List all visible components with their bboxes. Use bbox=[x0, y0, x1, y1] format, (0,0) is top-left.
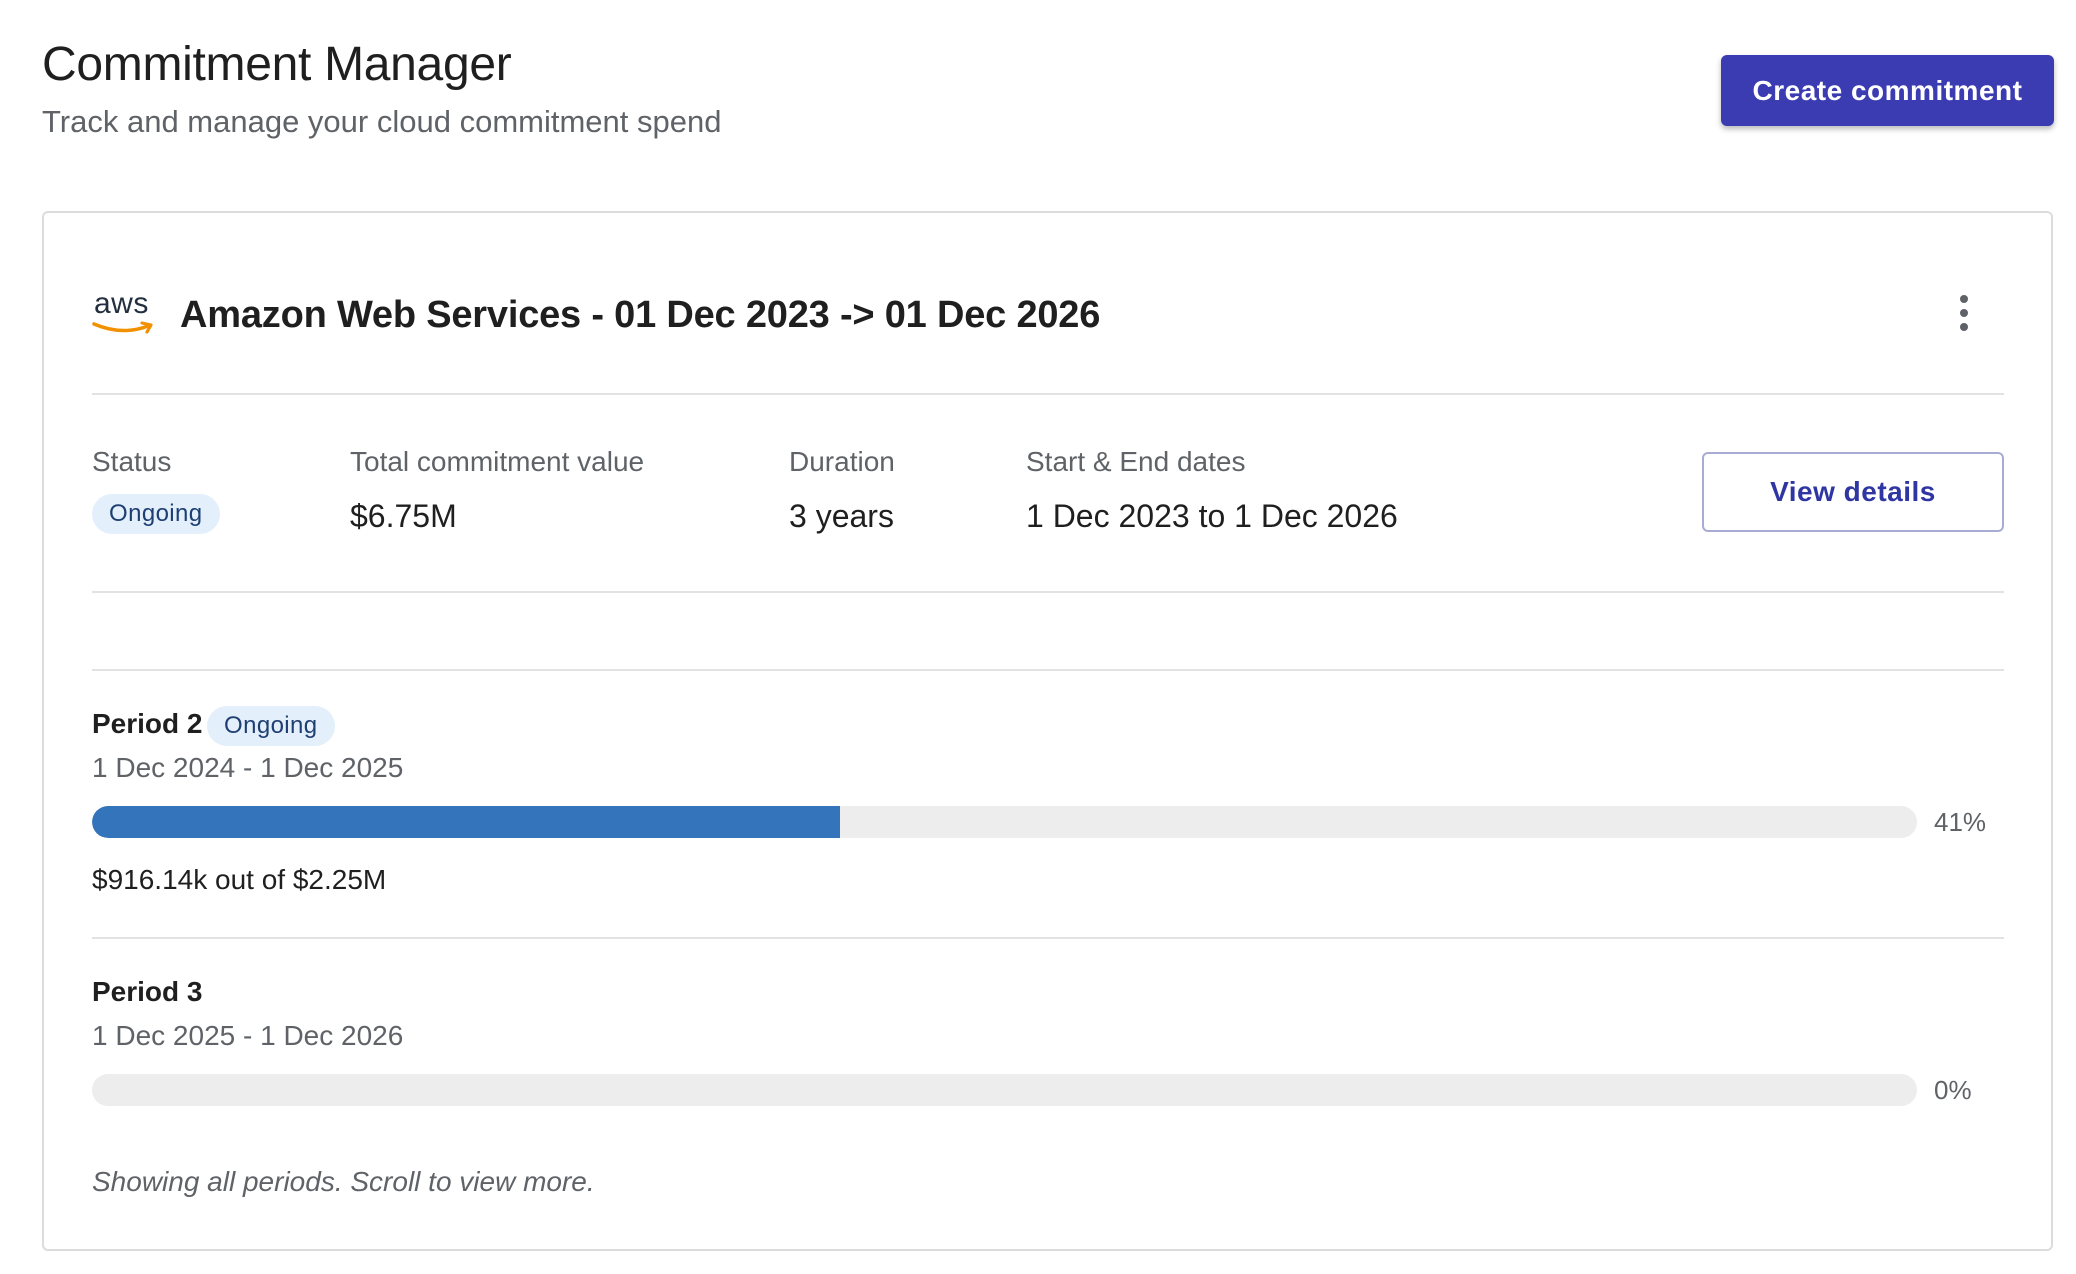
periods-top-divider bbox=[92, 669, 2004, 671]
kebab-dot bbox=[1960, 323, 1968, 331]
total-commitment-label: Total commitment value bbox=[350, 446, 645, 477]
view-details-button[interactable]: View details bbox=[1702, 452, 2004, 532]
kebab-dot bbox=[1960, 309, 1968, 317]
period-2-progress-bar bbox=[92, 806, 1917, 838]
period-3-name: Period 3 bbox=[92, 976, 203, 1007]
dates-label: Start & End dates bbox=[1026, 446, 1246, 477]
summary-divider bbox=[92, 591, 2004, 593]
kebab-menu-icon[interactable] bbox=[1944, 283, 1984, 343]
status-badge: Ongoing bbox=[92, 494, 220, 534]
period-2-status-badge: Ongoing bbox=[207, 706, 335, 746]
period-2-amount: $916.14k out of $2.25M bbox=[92, 864, 387, 895]
total-commitment-value: $6.75M bbox=[350, 498, 457, 534]
page-subtitle: Track and manage your cloud commitment s… bbox=[42, 104, 722, 139]
create-commitment-button[interactable]: Create commitment bbox=[1721, 55, 2054, 126]
commitment-card: aws Amazon Web Services - 01 Dec 2023 ->… bbox=[42, 211, 2053, 1251]
period-2-name: Period 2 bbox=[92, 708, 203, 739]
period-3-dates: 1 Dec 2025 - 1 Dec 2026 bbox=[92, 1020, 404, 1051]
period-divider bbox=[92, 937, 2004, 939]
aws-logo-icon: aws bbox=[92, 287, 158, 340]
period-2-progress-percent: 41% bbox=[1934, 807, 1987, 837]
aws-smile-icon bbox=[92, 321, 153, 334]
periods-footnote: Showing all periods. Scroll to view more… bbox=[92, 1166, 595, 1197]
commitment-card-header: aws Amazon Web Services - 01 Dec 2023 ->… bbox=[92, 273, 1100, 357]
period-3-progress-percent: 0% bbox=[1934, 1075, 1972, 1105]
dates-value: 1 Dec 2023 to 1 Dec 2026 bbox=[1026, 498, 1398, 534]
period-2-progress-fill bbox=[92, 806, 841, 838]
duration-value: 3 years bbox=[789, 498, 894, 534]
header-divider bbox=[92, 393, 2004, 395]
period-3-progress-bar bbox=[92, 1074, 1917, 1106]
duration-label: Duration bbox=[789, 446, 895, 477]
page-title: Commitment Manager bbox=[42, 38, 512, 91]
aws-logo-text: aws bbox=[94, 287, 149, 320]
kebab-dot bbox=[1960, 295, 1968, 303]
commitment-title: Amazon Web Services - 01 Dec 2023 -> 01 … bbox=[180, 293, 1101, 336]
period-2-dates: 1 Dec 2024 - 1 Dec 2025 bbox=[92, 752, 404, 783]
commitment-manager-page: Commitment Manager Track and manage your… bbox=[0, 0, 2076, 1274]
status-label: Status bbox=[92, 446, 172, 477]
